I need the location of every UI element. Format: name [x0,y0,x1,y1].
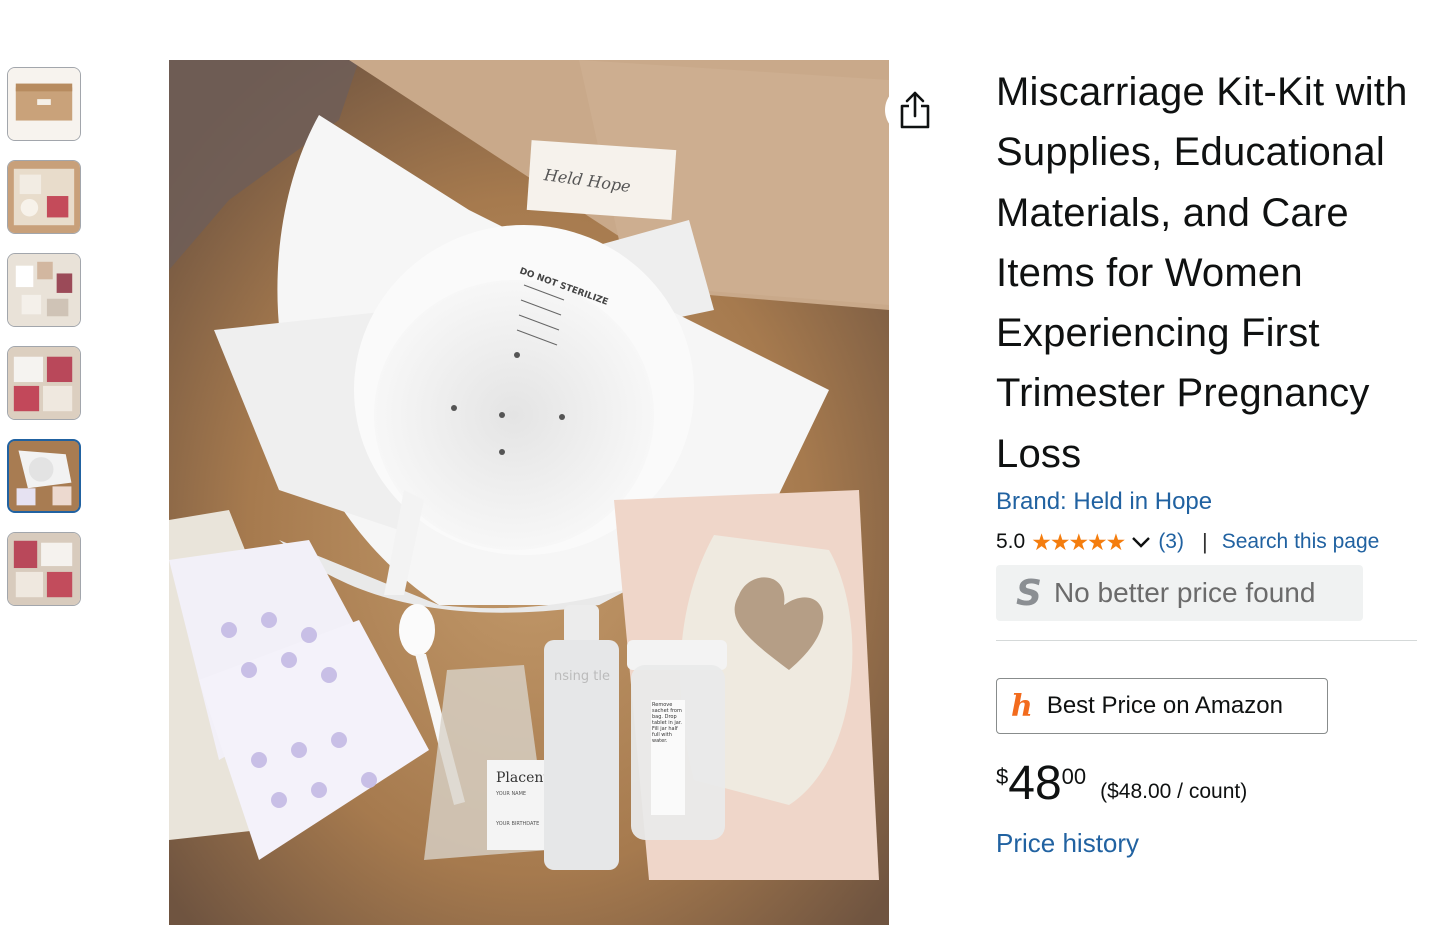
no-better-price-text: No better price found [1053,577,1316,609]
thumbnail-strip [7,67,86,625]
price-block: $ 48 00 ($48.00 / count) [996,758,1426,810]
rating-count-link[interactable]: (3) [1158,530,1184,554]
shopping-extension-s-icon: S [1016,572,1042,614]
thumbnail-2-image [8,161,80,233]
best-price-button[interactable]: h Best Price on Amazon [996,678,1328,735]
product-details: Miscarriage Kit-Kit with Supplies, Educa… [996,62,1426,859]
bag-small-1: YOUR NAME [495,791,526,797]
thumbnail-3-image [8,254,80,326]
thumbnail-5-image [9,441,79,511]
thumbnail-4[interactable] [7,346,81,420]
bag-small-2: YOUR BIRTHDATE [495,821,539,827]
price-history-link[interactable]: Price history [996,828,1426,859]
share-button[interactable] [885,85,945,135]
star-rating-icon[interactable]: ★★★★★ [1031,529,1126,556]
chevron-down-icon[interactable] [1130,534,1152,550]
unit-price: ($48.00 / count) [1100,780,1248,804]
price-currency-symbol: $ [996,764,1009,790]
rating-row: 5.0 ★★★★★ (3) | Search this page [996,528,1426,556]
thumbnail-6-image [8,533,80,605]
share-icon [900,91,930,129]
thumbnail-4-image [8,347,80,419]
price-fraction: 00 [1061,764,1087,790]
thumbnail-5[interactable] [7,439,81,513]
thumbnail-3[interactable] [7,253,81,327]
brand-link[interactable]: Brand: Held in Hope [996,486,1426,518]
thumbnail-6[interactable] [7,532,81,606]
product-photo: Held Hope DO NOT STERILIZE Placenta YOUR… [169,60,889,925]
best-price-label: Best Price on Amazon [1046,692,1283,720]
product-title: Miscarriage Kit-Kit with Supplies, Educa… [996,70,1408,476]
jar-text: Remove sachet from bag. Drop tablet in j… [652,702,682,744]
bottle-text: nsing tle [554,669,610,684]
main-product-image[interactable]: Held Hope DO NOT STERILIZE Placenta YOUR… [169,60,889,925]
divider [996,640,1417,642]
separator: | [1201,529,1208,555]
honey-h-icon: h [1011,688,1033,724]
price-whole: 48 [1008,757,1062,811]
thumbnail-2[interactable] [7,160,81,234]
no-better-price-badge[interactable]: S No better price found [996,565,1363,622]
thumbnail-1-image [8,68,80,140]
rating-value: 5.0 [996,530,1026,554]
search-this-page-link[interactable]: Search this page [1222,530,1380,554]
thumbnail-1[interactable] [7,67,81,141]
